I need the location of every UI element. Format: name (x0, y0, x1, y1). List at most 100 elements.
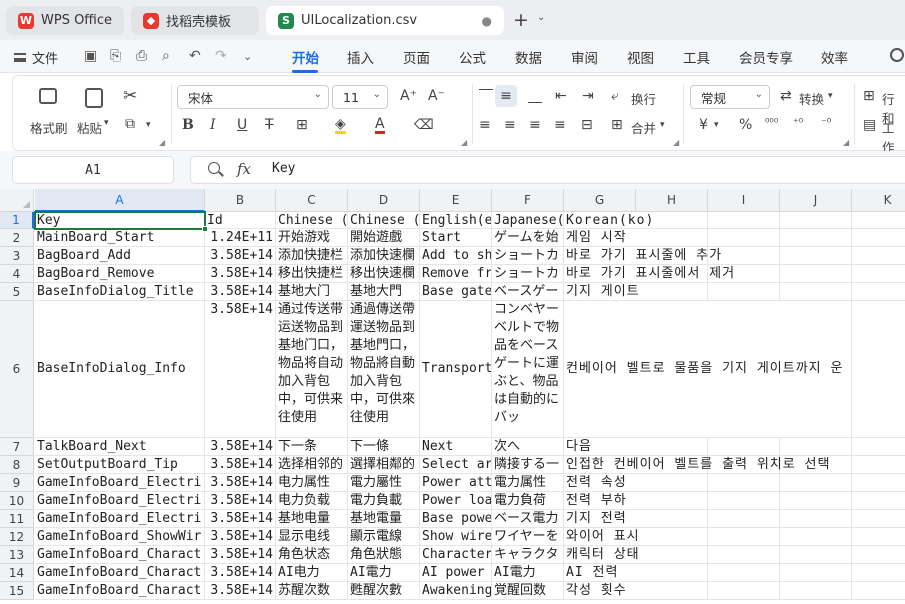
cell-f5[interactable]: ベースゲー (492, 283, 564, 301)
cell-a7[interactable]: TalkBoard_Next (35, 438, 205, 456)
cell-b6[interactable]: 3.58E+14 (205, 301, 276, 438)
row-header-7[interactable]: 7 (0, 438, 34, 456)
cell-d4[interactable]: 移出快速欄 (348, 265, 420, 283)
cell-f6[interactable]: コンベヤーベルトで物品をベースゲートに運ぶと、物品は自動的にバッ (492, 301, 564, 438)
cell-a5[interactable]: BaseInfoDialog_Title (35, 283, 205, 301)
empty-cell[interactable] (852, 564, 905, 582)
row-header-13[interactable]: 13 (0, 546, 34, 564)
increase-indent-icon[interactable]: ⇥ (582, 88, 594, 104)
cell-d15[interactable]: 甦醒次數 (348, 582, 420, 600)
cell-f1[interactable]: Japanese( (492, 212, 564, 229)
cell-f8[interactable]: 隣接する一 (492, 456, 564, 474)
merge-icon[interactable]: ⊞ (611, 117, 623, 133)
column-header-h[interactable]: H (636, 189, 708, 212)
clipboard-expand-icon[interactable]: ◢ (159, 138, 165, 147)
merge-dropdown-icon[interactable]: ▾ (660, 120, 665, 130)
cell-b2[interactable]: 1.24E+11 (205, 229, 276, 247)
cell-g5[interactable]: 기지 게이트 (564, 283, 640, 301)
empty-cell[interactable] (852, 456, 905, 474)
cell-g3[interactable]: 바로 가기 표시줄에 추가 (564, 247, 723, 265)
cell-a14[interactable]: GameInfoBoard_Charact (35, 564, 205, 582)
cell-c1[interactable]: Chinese ( (276, 212, 348, 229)
cell-f2[interactable]: ゲームを始 (492, 229, 564, 247)
row-column-icon[interactable]: ⊞ (863, 88, 875, 104)
empty-cell[interactable] (852, 582, 905, 600)
cell-g6[interactable]: 컨베이어 벨트로 물품을 기지 게이트까지 운 (564, 301, 844, 438)
empty-cell[interactable] (780, 474, 852, 492)
cell-a1[interactable]: Key (35, 212, 205, 229)
menu-efficiency[interactable]: 效率 (821, 47, 848, 67)
empty-cell[interactable] (780, 510, 852, 528)
cell-b10[interactable]: 3.58E+14 (205, 492, 276, 510)
row-header-4[interactable]: 4 (0, 265, 34, 283)
menu-view[interactable]: 视图 (627, 47, 654, 67)
menu-insert[interactable]: 插入 (347, 47, 374, 67)
font-expand-icon[interactable]: ◢ (461, 138, 467, 147)
cell-d12[interactable]: 顯示電線 (348, 528, 420, 546)
distributed-icon[interactable]: ⊟ (581, 117, 593, 133)
paste-icon[interactable] (85, 88, 103, 108)
cell-f11[interactable]: ベース電力 (492, 510, 564, 528)
cell-f10[interactable]: 電力負荷 (492, 492, 564, 510)
cell-b3[interactable]: 3.58E+14 (205, 247, 276, 265)
row-header-12[interactable]: 12 (0, 528, 34, 546)
align-right-icon[interactable]: ≡ (529, 117, 541, 133)
convert-icon[interactable]: ⇄ (780, 88, 792, 104)
empty-cell[interactable] (780, 283, 852, 301)
cell-a3[interactable]: BagBoard_Add (35, 247, 205, 265)
underline-icon[interactable]: U (237, 117, 247, 133)
cell-g7[interactable]: 다음 (564, 438, 636, 456)
print-preview-icon[interactable]: ⌕ (162, 48, 170, 64)
wrap-text-icon[interactable]: ⤶ (611, 88, 619, 104)
cell-e14[interactable]: AI power (420, 564, 492, 582)
font-color-icon[interactable]: A (375, 117, 385, 134)
cell-g9[interactable]: 전력 속성 (564, 474, 636, 492)
row-header-1[interactable]: 1 (0, 212, 34, 229)
cell-g4[interactable]: 바로 가기 표시줄에서 제거 (564, 265, 736, 283)
empty-cell[interactable] (708, 283, 780, 301)
cell-g15[interactable]: 각성 횟수 (564, 582, 636, 600)
cell-g8[interactable]: 인접한 컨베이어 벨트를 출력 위치로 선택 (564, 456, 831, 474)
cell-c5[interactable]: 基地大门 (276, 283, 348, 301)
cell-a11[interactable]: GameInfoBoard_Electri (35, 510, 205, 528)
menu-review[interactable]: 审阅 (571, 47, 598, 67)
row-header-8[interactable]: 8 (0, 456, 34, 474)
save-icon[interactable]: ▣ (84, 48, 97, 64)
empty-cell[interactable] (852, 247, 905, 265)
cell-g1[interactable]: Korean(ko) (564, 212, 655, 229)
menu-membership[interactable]: 会员专享 (739, 47, 793, 67)
cell-e8[interactable]: Select ar (420, 456, 492, 474)
cell-b11[interactable]: 3.58E+14 (205, 510, 276, 528)
insert-function-icon[interactable]: fx (237, 160, 251, 178)
cell-a2[interactable]: MainBoard_Start (35, 229, 205, 247)
cell-c15[interactable]: 苏醒次数 (276, 582, 348, 600)
column-header-d[interactable]: D (348, 189, 420, 212)
cell-e1[interactable]: English(e (420, 212, 492, 229)
cell-d14[interactable]: AI電力 (348, 564, 420, 582)
empty-cell[interactable] (852, 301, 905, 438)
empty-cell[interactable] (780, 265, 852, 283)
column-header-b[interactable]: B (205, 189, 276, 212)
cell-a6[interactable]: BaseInfoDialog_Info (35, 301, 205, 438)
currency-icon[interactable]: ¥ (699, 117, 708, 133)
cell-a12[interactable]: GameInfoBoard_ShowWir (35, 528, 205, 546)
cell-b5[interactable]: 3.58E+14 (205, 283, 276, 301)
empty-cell[interactable] (852, 528, 905, 546)
cell-d8[interactable]: 選擇相鄰的 (348, 456, 420, 474)
chevron-down-icon[interactable]: ⌄ (537, 12, 545, 23)
format-painter-icon[interactable] (39, 88, 57, 104)
menu-page[interactable]: 页面 (403, 47, 430, 67)
format-painter-label[interactable]: 格式刷 (30, 118, 68, 137)
cell-d10[interactable]: 電力負載 (348, 492, 420, 510)
cell-c3[interactable]: 添加快捷栏 (276, 247, 348, 265)
tab-docer-templates[interactable]: ◆ 找稻壳模板 (131, 6, 259, 35)
tab-wps-office[interactable]: W WPS Office (6, 6, 124, 35)
align-left-icon[interactable]: ≡ (479, 117, 491, 133)
cell-b1[interactable]: Id (205, 212, 276, 229)
empty-cell[interactable] (852, 283, 905, 301)
cell-f9[interactable]: 電力属性 (492, 474, 564, 492)
column-header-c[interactable]: C (276, 189, 348, 212)
undo-icon[interactable]: ↶ (189, 48, 201, 64)
cell-e5[interactable]: Base gate (420, 283, 492, 301)
increase-decimal-icon[interactable]: ⁺⁰ (793, 116, 803, 129)
